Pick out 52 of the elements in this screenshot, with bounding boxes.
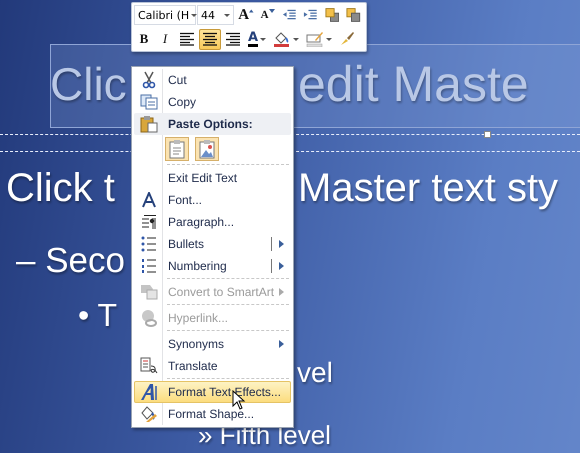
slide-body-text: vel: [297, 357, 333, 389]
paintbrush-icon: [339, 31, 356, 47]
up-triangle-icon: [249, 8, 254, 12]
slide-body-text: Click t: [6, 166, 115, 211]
paint-bucket-icon: [273, 31, 292, 47]
stacked-squares-icon: [346, 7, 362, 23]
stacked-squares-icon: [324, 7, 340, 23]
shrink-font-button[interactable]: A: [258, 4, 278, 26]
align-icon: [202, 32, 218, 46]
smartart-icon: [140, 284, 158, 300]
copy-icon: [140, 94, 158, 110]
grow-font-button[interactable]: A: [235, 4, 257, 26]
menu-item[interactable]: Paragraph...: [134, 211, 291, 233]
menu-item[interactable]: Exit Edit Text: [134, 167, 291, 189]
scissors-icon: [142, 71, 156, 89]
menu-item[interactable]: Copy: [134, 91, 291, 113]
bullet-list-icon: [140, 236, 156, 252]
numbered-list-icon: [140, 258, 156, 274]
align-icon: [225, 32, 241, 46]
down-triangle-icon: [268, 8, 275, 12]
menu-item[interactable]: Font...: [134, 189, 291, 211]
slide-title: Clic: [50, 57, 127, 112]
slide-title: edit Maste: [298, 55, 529, 114]
menu-header: Paste Options:: [134, 113, 291, 135]
paragraph-icon: [140, 214, 156, 230]
indent-icon: [282, 8, 296, 22]
menu-item[interactable]: Synonyms: [134, 333, 291, 355]
menu-item[interactable]: Bullets: [134, 233, 291, 255]
align-icon: [179, 32, 195, 46]
menu-item[interactable]: Numbering: [134, 255, 291, 277]
text-effects-icon: [140, 383, 158, 401]
translate-icon: [140, 357, 158, 375]
keep-text-only-button[interactable]: [165, 137, 189, 161]
menu-item[interactable]: Translate: [134, 355, 291, 377]
format-shape-icon: [140, 405, 158, 423]
letter-a-icon: [142, 192, 156, 208]
slide-body-text: Master text sty: [298, 166, 558, 211]
clipboard-icon: [140, 115, 158, 133]
italic-button[interactable]: I: [155, 28, 175, 50]
resize-handle[interactable]: [484, 131, 491, 138]
font-name-field[interactable]: Calibri (H: [134, 5, 196, 25]
pencil-outline-icon: [306, 31, 324, 47]
paste-picture-button[interactable]: [195, 137, 219, 161]
slide-body-text: • T: [78, 297, 118, 334]
indent-icon: [303, 8, 318, 22]
bold-button[interactable]: B: [134, 28, 154, 50]
font-size-field[interactable]: 44: [197, 5, 234, 25]
align-center-button[interactable]: [199, 28, 221, 50]
font-color-button[interactable]: A: [245, 28, 270, 50]
slide-body-text: – Seco: [16, 241, 125, 281]
globe-link-icon: [140, 309, 158, 327]
menu-item[interactable]: Cut: [134, 69, 291, 91]
